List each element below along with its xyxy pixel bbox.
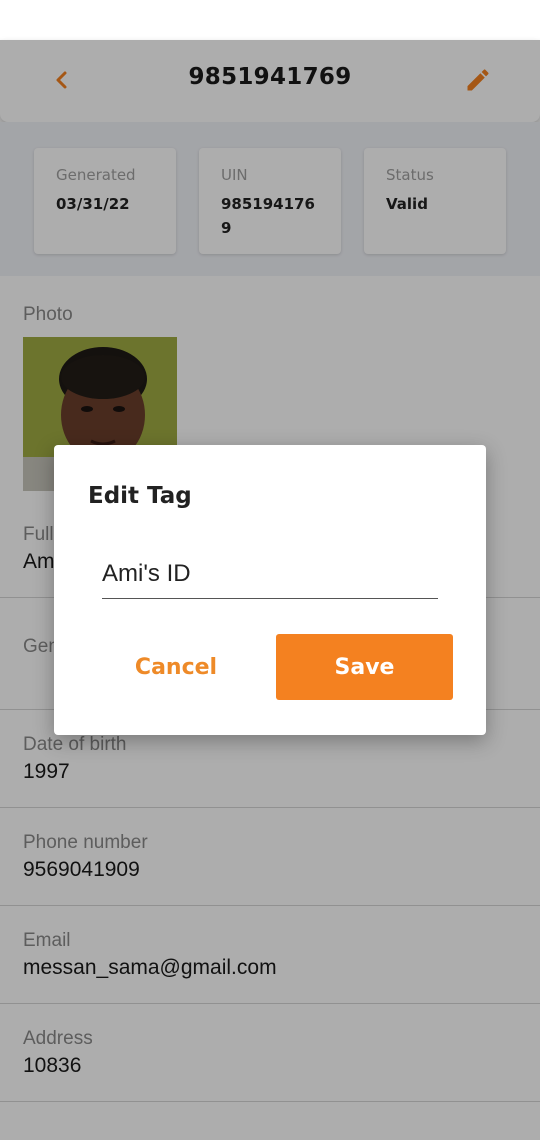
dialog-title: Edit Tag: [88, 483, 192, 509]
edit-tag-dialog: Edit Tag Cancel Save: [54, 445, 486, 735]
status-bar: [0, 0, 540, 40]
cancel-button[interactable]: Cancel: [104, 634, 248, 700]
tag-input[interactable]: [102, 549, 438, 599]
save-button[interactable]: Save: [276, 634, 453, 700]
